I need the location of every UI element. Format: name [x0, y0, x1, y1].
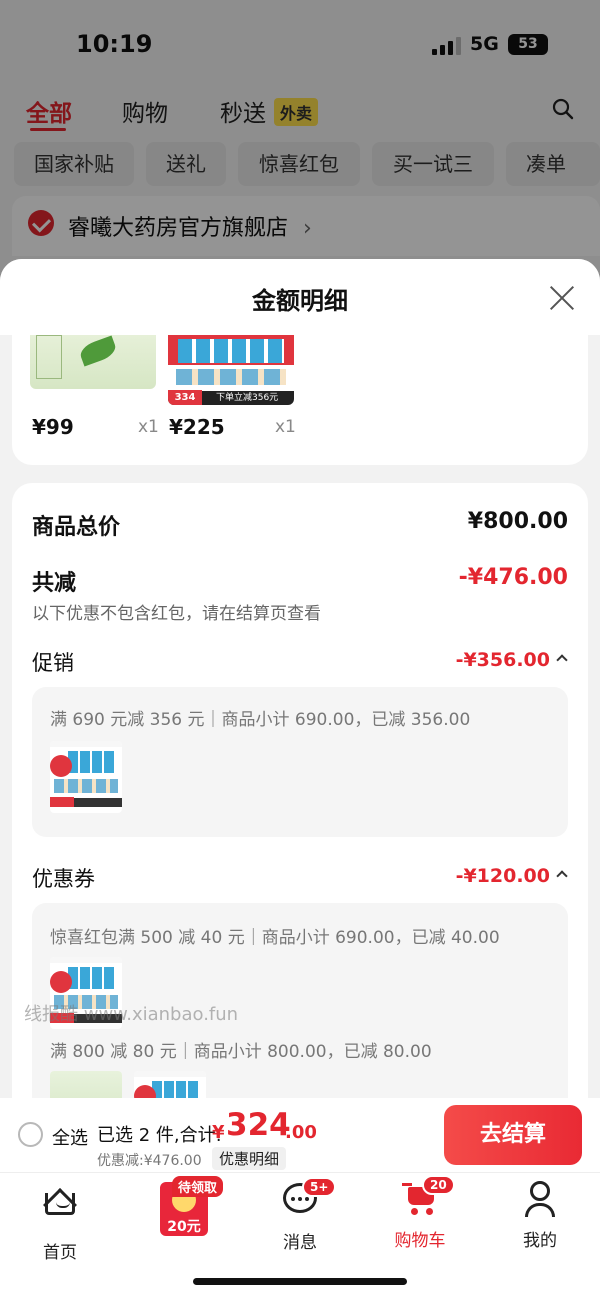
- red-packet-tag: 待领取: [172, 1176, 224, 1197]
- promotion-rule-text: 满 690 元减 356 元｜商品小计 690.00，已减 356.00: [50, 710, 471, 730]
- chevron-up-icon: [556, 870, 568, 882]
- tab-label: 购物车: [394, 1231, 446, 1251]
- promotion-toggle[interactable]: -¥356.00: [455, 649, 568, 671]
- product-price: ¥99: [32, 415, 74, 439]
- tab-label: 我的: [523, 1231, 557, 1251]
- sheet-title: 金额明细: [252, 287, 348, 315]
- home-indicator: [193, 1278, 407, 1285]
- product-list-card: 334 下单立减356元 ¥99 x1 ¥225 x1: [12, 335, 588, 465]
- sheet-header: 金额明细: [0, 259, 600, 335]
- home-icon: [42, 1188, 78, 1229]
- product-image-1[interactable]: [30, 335, 156, 389]
- promotion-detail-box: 满 690 元减 356 元｜商品小计 690.00，已减 356.00: [32, 687, 568, 837]
- coupon-value: -¥120.00: [455, 865, 550, 887]
- tab-cart[interactable]: 20 购物车: [370, 1175, 470, 1251]
- coupon-rule-text: 惊喜红包满 500 减 40 元｜商品小计 690.00，已减 40.00: [50, 928, 500, 948]
- user-icon: [522, 1181, 558, 1217]
- discount-text: 优惠减:¥476.00: [97, 1153, 202, 1169]
- total-currency: ¥: [212, 1122, 225, 1143]
- promotion-product-thumb: [50, 741, 122, 813]
- discount-detail-button[interactable]: 优惠明细: [212, 1147, 287, 1170]
- total-amount: 324: [226, 1107, 291, 1143]
- total-value: ¥800.00: [467, 509, 568, 534]
- product-image-2[interactable]: 334 下单立减356元: [168, 335, 294, 405]
- message-icon: 5+: [282, 1177, 337, 1219]
- select-all-label[interactable]: 全选: [52, 1124, 88, 1150]
- checkout-button[interactable]: 去结算: [444, 1105, 582, 1165]
- coupon-rule-text: 满 800 减 80 元｜商品小计 800.00，已减 80.00: [50, 1042, 432, 1062]
- watermark: 线报酷 www.xianbao.fun: [24, 1004, 239, 1025]
- promo-text: 下单立减356元: [216, 393, 279, 403]
- message-badge: 5+: [302, 1177, 337, 1197]
- tab-label: 消息: [283, 1233, 317, 1253]
- total-label: 商品总价: [32, 515, 121, 540]
- tab-home[interactable]: 首页: [10, 1181, 110, 1263]
- red-packet-entry[interactable]: 20元 待领取: [150, 1172, 226, 1238]
- cart-icon: 20: [402, 1175, 455, 1217]
- selected-count: 已选 2 件,合计:: [97, 1125, 222, 1146]
- product-price: ¥225: [169, 415, 225, 439]
- product-quantity: x1: [138, 417, 159, 437]
- product-quantity: x1: [275, 417, 296, 437]
- checkout-bar: 全选 已选 2 件,合计: ¥ 324 .00 优惠减:¥476.00 优惠明细…: [0, 1098, 600, 1172]
- red-packet-amount: 20元: [167, 1219, 201, 1235]
- promotion-label: 促销: [32, 651, 74, 675]
- tab-me[interactable]: 我的: [490, 1181, 590, 1251]
- total-decimal: .00: [285, 1122, 317, 1143]
- chevron-up-icon: [556, 654, 568, 666]
- select-all-radio[interactable]: [18, 1122, 43, 1147]
- close-icon[interactable]: [548, 284, 576, 312]
- tab-messages[interactable]: 5+ 消息: [250, 1177, 350, 1253]
- reduction-note: 以下优惠不包含红包，请在结算页查看: [32, 604, 321, 624]
- coupon-label: 优惠券: [32, 867, 95, 891]
- coupon-toggle[interactable]: -¥120.00: [455, 865, 568, 887]
- promotion-value: -¥356.00: [455, 649, 550, 671]
- promo-badge: 334: [168, 390, 202, 405]
- reduction-label: 共减: [32, 571, 77, 596]
- cart-badge: 20: [422, 1175, 455, 1195]
- reduction-value: -¥476.00: [458, 565, 568, 590]
- tab-label: 首页: [43, 1243, 77, 1263]
